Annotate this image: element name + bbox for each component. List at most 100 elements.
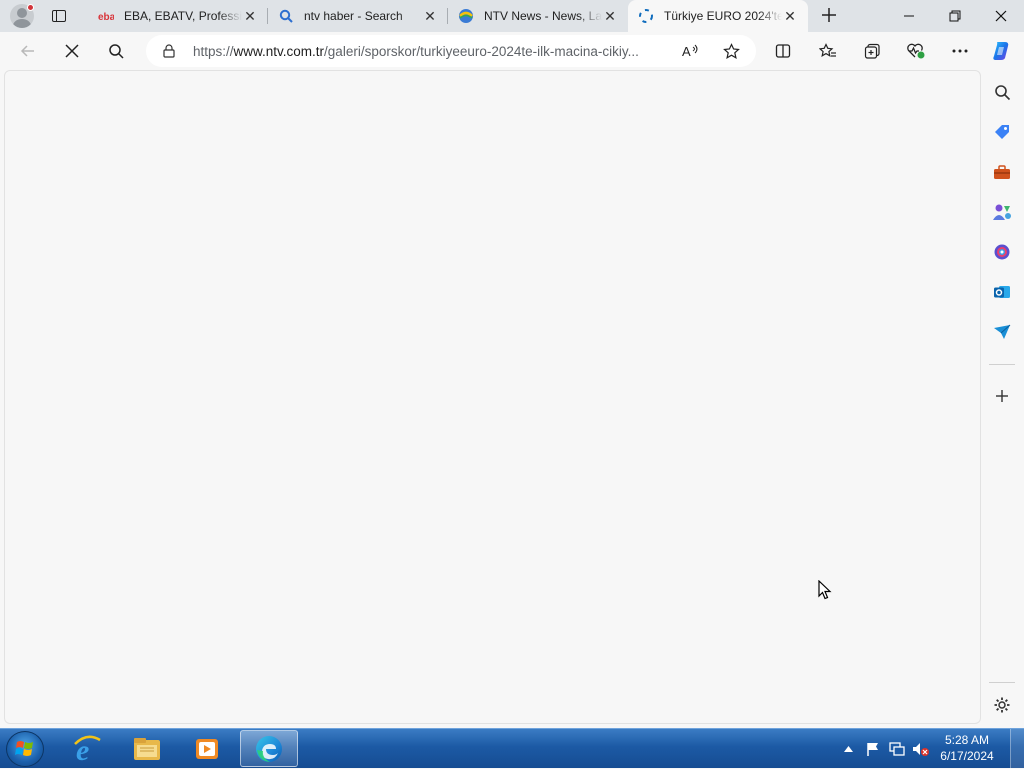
sidebar-outlook-button[interactable]: [989, 279, 1015, 305]
mouse-cursor-icon: [818, 580, 832, 600]
tab-title: EBA, EBATV, Professional: [124, 9, 242, 23]
split-screen-button[interactable]: [770, 38, 796, 64]
taskbar-file-explorer[interactable]: [118, 730, 176, 767]
more-icon: [952, 49, 968, 53]
sidebar-divider: [989, 364, 1015, 365]
media-player-icon: [196, 738, 218, 759]
search-icon: [278, 8, 294, 24]
file-explorer-icon: [134, 737, 160, 760]
read-aloud-icon: A: [682, 44, 698, 59]
profile-notification-dot: [27, 4, 34, 11]
favorites-button[interactable]: [815, 38, 841, 64]
office-icon: [994, 244, 1010, 260]
collections-button[interactable]: [859, 38, 885, 64]
tab-actions-icon[interactable]: [50, 7, 68, 25]
copilot-button[interactable]: [988, 38, 1014, 64]
games-icon: [993, 204, 1011, 220]
favorite-button[interactable]: [718, 38, 744, 64]
restore-button[interactable]: [932, 0, 978, 32]
tab-close-button[interactable]: ✕: [242, 8, 258, 24]
tab-close-button[interactable]: ✕: [782, 8, 798, 24]
eba-logo-icon: eba: [98, 8, 114, 24]
taskbar-media-player[interactable]: [178, 730, 236, 767]
flag-icon: [867, 743, 878, 756]
svg-text:eba: eba: [98, 12, 114, 22]
internet-explorer-icon: e: [74, 734, 101, 764]
search-button[interactable]: [103, 38, 129, 64]
sidebar-send-button[interactable]: [989, 319, 1015, 345]
sidebar-search-button[interactable]: [989, 79, 1015, 105]
chevron-up-icon: [843, 746, 853, 752]
svg-text:A: A: [682, 44, 691, 59]
close-window-button[interactable]: [978, 0, 1024, 32]
plus-icon: [822, 8, 836, 22]
collections-icon: [864, 43, 880, 59]
tab-title: NTV News - News, Latest: [484, 9, 602, 23]
browser-essentials-button[interactable]: [903, 38, 929, 64]
tab-ntv-news[interactable]: NTV News - News, Latest ✕: [448, 0, 628, 32]
clock-date: 6/17/2024: [940, 749, 994, 763]
more-button[interactable]: [947, 38, 973, 64]
tab-turkiye-euro[interactable]: Türkiye EURO 2024'te ilk ✕: [628, 0, 808, 32]
sidebar-settings-button[interactable]: [989, 692, 1015, 718]
back-button[interactable]: [15, 38, 41, 64]
stop-loading-icon: [65, 44, 79, 58]
start-button[interactable]: [6, 731, 44, 767]
minimize-button[interactable]: [886, 0, 932, 32]
ntv-logo-icon: [458, 8, 474, 24]
split-screen-icon: [775, 44, 791, 58]
tab-title: Türkiye EURO 2024'te ilk: [664, 9, 782, 23]
tray-show-hidden-button[interactable]: [840, 729, 856, 769]
taskbar-internet-explorer[interactable]: e: [58, 730, 116, 767]
star-icon: [722, 42, 740, 59]
tray-action-center[interactable]: [862, 729, 884, 769]
tab-eba[interactable]: eba EBA, EBATV, Professional ✕: [88, 0, 268, 32]
edge-icon: [256, 735, 282, 762]
windows-taskbar: e 5:28 AM 6/17/2024: [0, 728, 1024, 769]
page-content-blank[interactable]: [4, 70, 981, 724]
outlook-icon: [994, 286, 1010, 298]
sidebar-divider: [989, 682, 1015, 683]
new-tab-button[interactable]: [818, 5, 840, 27]
tools-icon: [994, 165, 1010, 179]
tray-network[interactable]: [886, 729, 908, 769]
taskbar-clock[interactable]: 5:28 AM 6/17/2024: [928, 732, 1006, 764]
address-bar[interactable]: https://www.ntv.com.tr/galeri/sporskor/t…: [146, 35, 756, 67]
url-path: /galeri/sporskor/turkiyeeuro-2024te-ilk-…: [324, 44, 639, 59]
network-icon: [889, 742, 905, 756]
gear-icon: [994, 697, 1010, 713]
send-icon: [994, 324, 1011, 339]
show-desktop-button[interactable]: [1010, 729, 1024, 769]
search-icon: [994, 84, 1010, 100]
sidebar-shopping-button[interactable]: [989, 119, 1015, 145]
clock-time: 5:28 AM: [944, 733, 990, 747]
plus-icon: [996, 390, 1008, 402]
stop-loading-button[interactable]: [59, 38, 85, 64]
url-prefix: https://: [193, 44, 234, 59]
sidebar-tools-button[interactable]: [989, 159, 1015, 185]
tab-ntv-search[interactable]: ntv haber - Search ✕: [268, 0, 448, 32]
url-host: www.ntv.com.tr: [233, 44, 325, 59]
restore-icon: [949, 10, 961, 22]
sidebar-add-button[interactable]: [989, 383, 1015, 409]
sidebar-office-button[interactable]: [989, 239, 1015, 265]
taskbar-edge[interactable]: [240, 730, 298, 767]
minimize-icon: [904, 15, 914, 17]
close-icon: [995, 10, 1007, 22]
windows-logo-icon: [15, 741, 33, 756]
tab-title: ntv haber - Search: [304, 9, 403, 23]
tab-strip: eba EBA, EBATV, Professional ✕ ntv haber…: [0, 0, 1024, 32]
tab-close-button[interactable]: ✕: [422, 8, 438, 24]
tab-close-button[interactable]: ✕: [602, 8, 618, 24]
url-text[interactable]: https://www.ntv.com.tr/galeri/sporskor/t…: [193, 44, 673, 59]
navigation-toolbar: https://www.ntv.com.tr/galeri/sporskor/t…: [0, 32, 1024, 70]
copilot-icon: [993, 42, 1009, 60]
search-icon: [109, 44, 124, 59]
sidebar-games-button[interactable]: [989, 199, 1015, 225]
back-arrow-icon: [20, 45, 34, 57]
read-aloud-button[interactable]: A: [678, 38, 704, 64]
lock-icon[interactable]: [162, 44, 176, 58]
loading-icon: [638, 8, 654, 24]
heart-pulse-icon: [907, 43, 925, 59]
shopping-tag-icon: [995, 125, 1009, 139]
